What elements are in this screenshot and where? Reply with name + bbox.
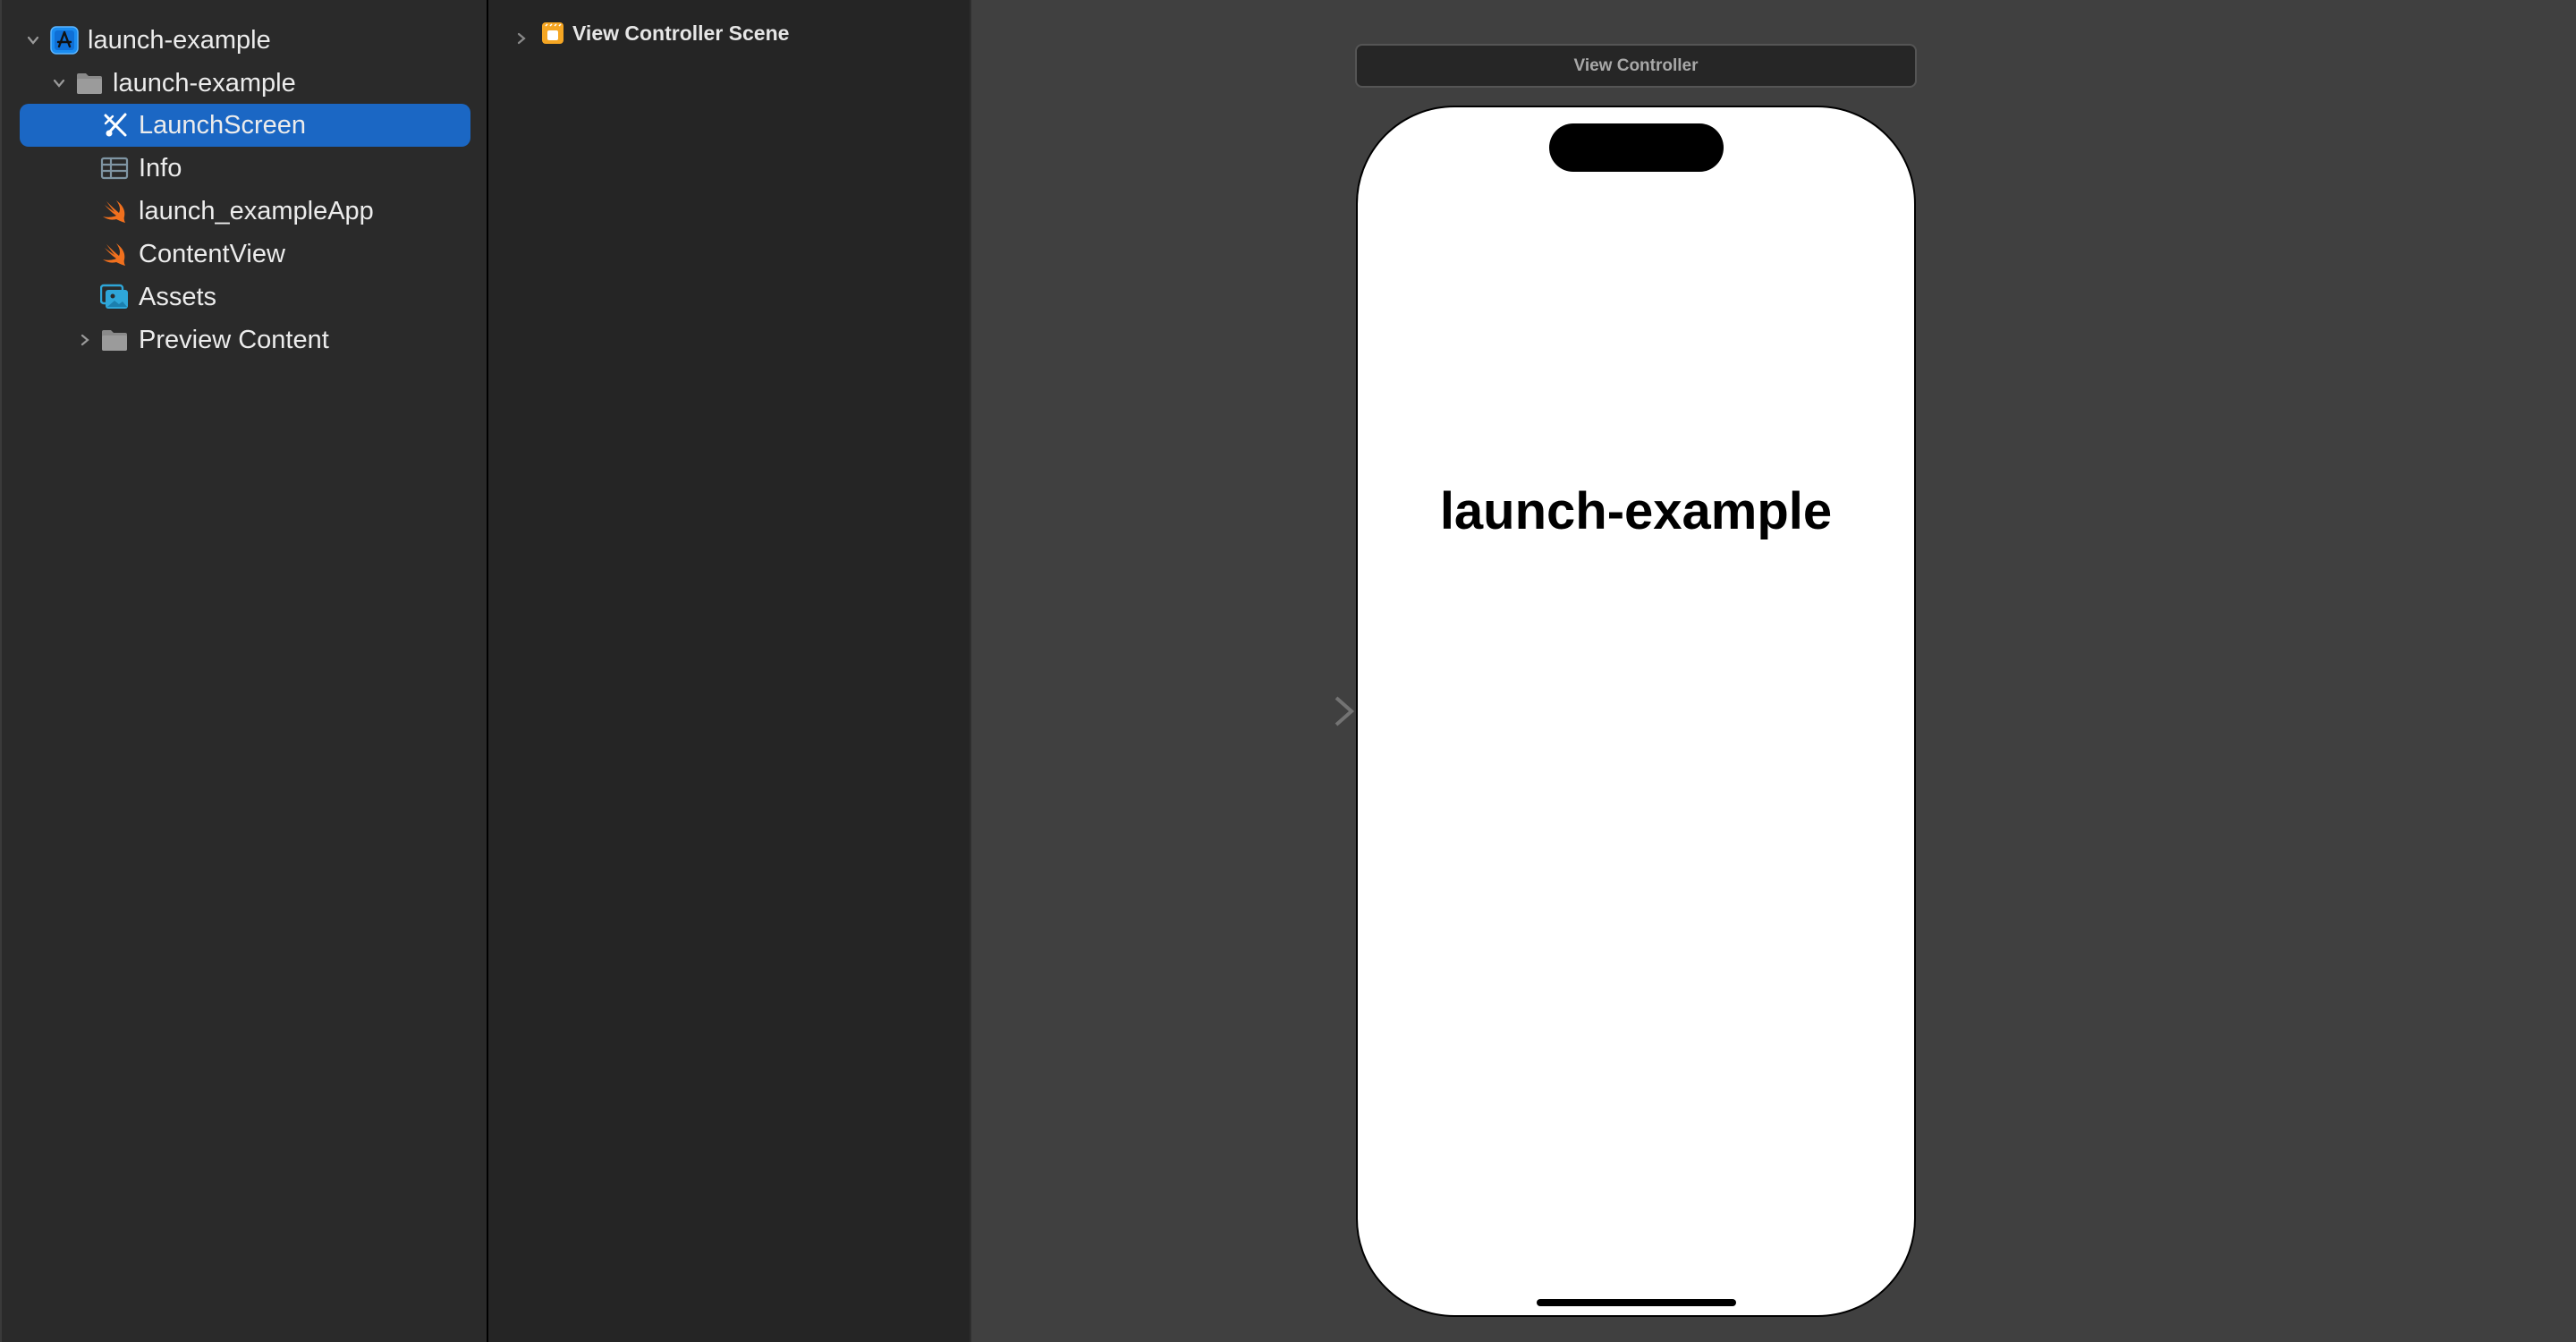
xcode-project-icon [50,26,79,55]
navigator-item-contentview[interactable]: ContentView [2,233,485,276]
navigator-item-label: launch_exampleApp [139,197,374,225]
chevron-down-icon[interactable] [27,34,39,47]
folder-icon [100,326,129,354]
chevron-right-icon[interactable] [79,334,91,346]
navigator-item-label: Info [139,154,182,183]
launch-label[interactable]: launch-example [1358,481,1914,541]
swift-icon [100,240,129,268]
navigator-item-assets[interactable]: Assets [2,276,485,319]
home-indicator [1537,1299,1736,1306]
navigator-item-label: Preview Content [139,326,329,354]
navigator-item-project[interactable]: launch-example [2,19,485,62]
project-navigator: launch-example launch-example LaunchScre… [0,0,487,1342]
dynamic-island [1549,123,1724,172]
document-outline: View Controller Scene [488,0,970,1342]
navigator-item-label: LaunchScreen [139,111,307,140]
scene-icon [541,21,564,45]
navigator-item-preview-content[interactable]: Preview Content [2,319,485,361]
device-frame[interactable]: launch-example [1356,106,1916,1317]
scene-dock-title[interactable]: View Controller [1355,44,1917,88]
chevron-right-icon[interactable] [515,26,528,45]
swift-icon [100,197,129,225]
outline-item-view-controller-scene[interactable]: View Controller Scene [488,18,970,47]
navigator-item-info[interactable]: Info [2,147,485,190]
asset-catalog-icon [99,283,129,311]
navigator-item-label: Assets [139,283,217,311]
initial-view-controller-arrow-icon[interactable] [1208,693,1360,729]
navigator-item-label: launch-example [88,26,271,55]
storyboard-icon [102,111,131,140]
navigator-item-label: ContentView [139,240,285,268]
chevron-down-icon[interactable] [53,77,65,89]
navigator-item-group[interactable]: launch-example [2,62,485,105]
outline-item-label: View Controller Scene [572,21,790,45]
navigator-item-launchscreen[interactable]: LaunchScreen [20,104,470,147]
plist-table-icon [100,154,129,183]
navigator-item-launch-exampleapp[interactable]: launch_exampleApp [2,190,485,233]
navigator-item-label: launch-example [113,69,296,98]
folder-icon [75,69,104,98]
